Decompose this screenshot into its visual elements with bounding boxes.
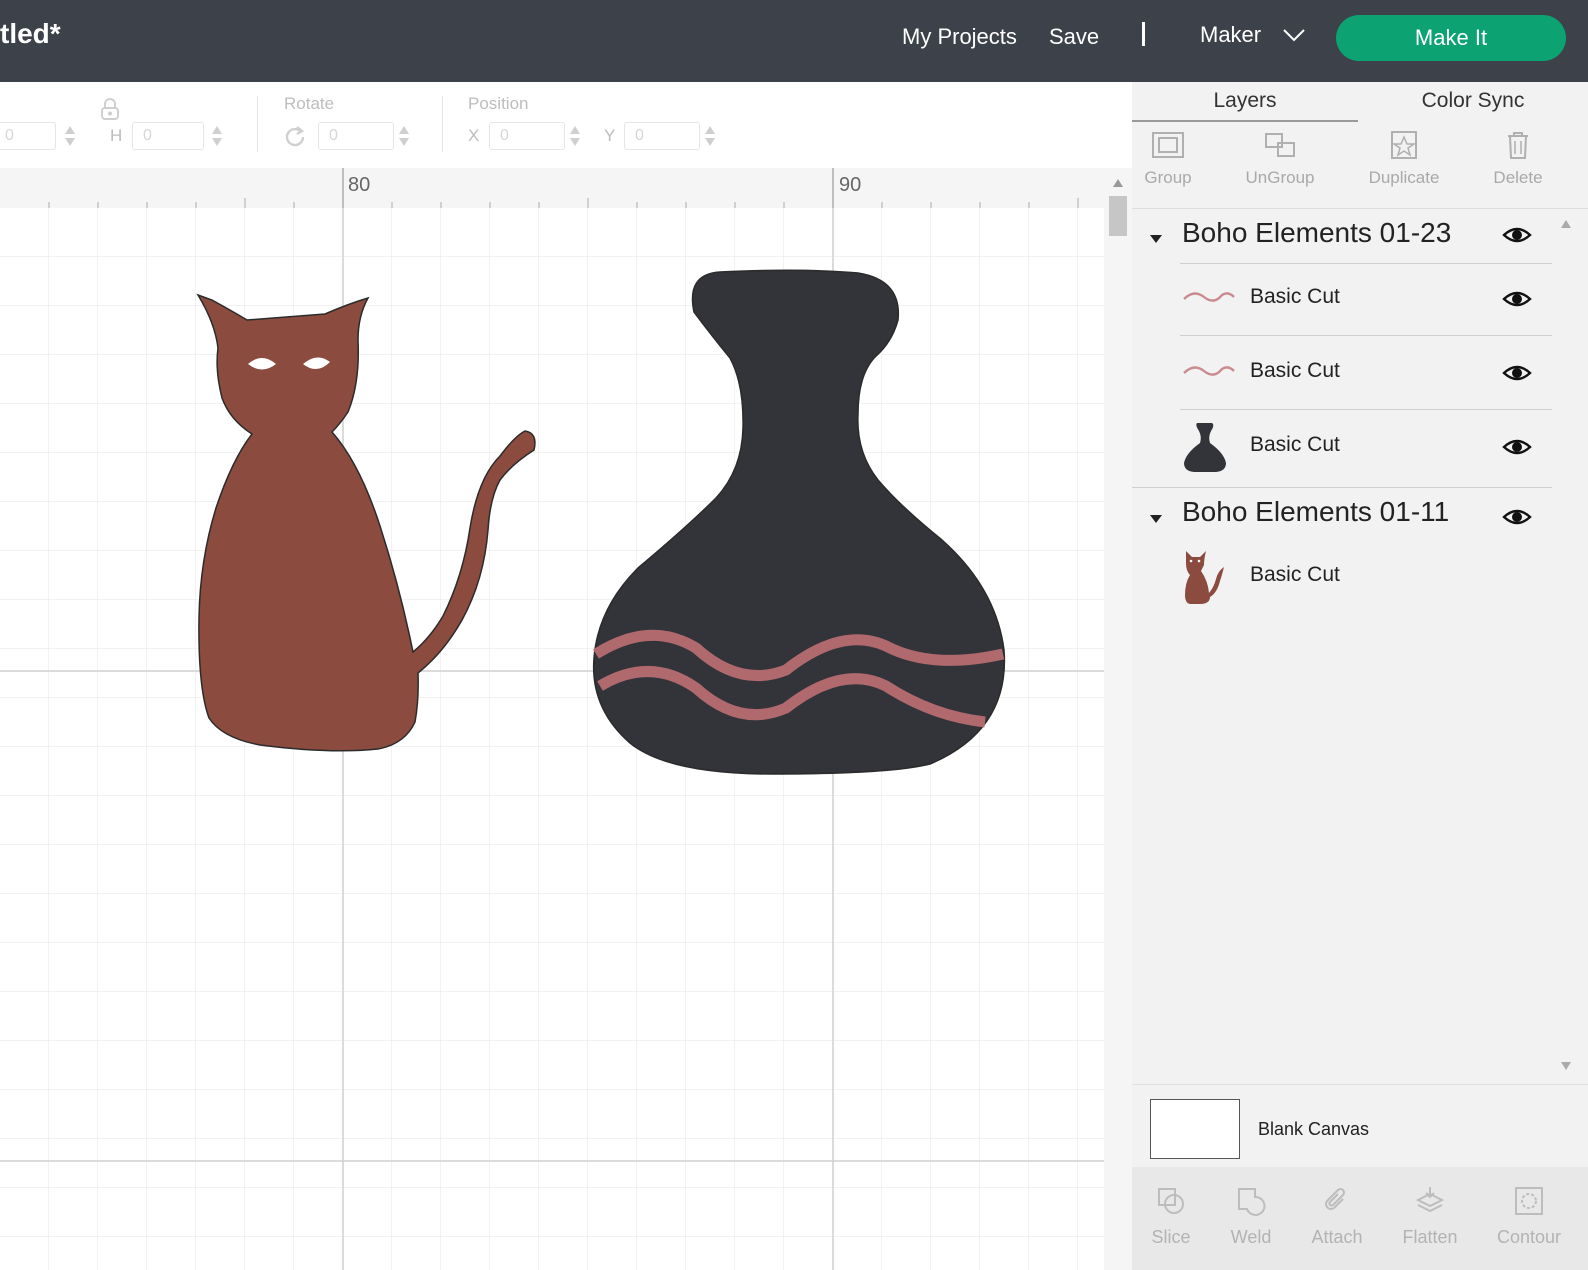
blank-canvas-swatch[interactable]	[1150, 1099, 1240, 1159]
group-tool[interactable]: Group	[1118, 130, 1218, 188]
eye-icon[interactable]	[1502, 225, 1532, 245]
lock-icon[interactable]	[100, 98, 120, 120]
rotate-stepper-icon[interactable]	[398, 124, 410, 148]
ruler-mark-90: 90	[839, 174, 862, 196]
group-label: Group	[1144, 168, 1192, 187]
x-position-input[interactable]: 0	[489, 122, 565, 150]
wave-thumbnail	[1183, 292, 1235, 302]
canvas-color-row: Blank Canvas	[1132, 1084, 1588, 1167]
contour-tool[interactable]: Contour	[1484, 1185, 1574, 1248]
scroll-thumb[interactable]	[1109, 196, 1127, 236]
slice-label: Slice	[1151, 1227, 1191, 1247]
trash-icon	[1508, 132, 1528, 159]
row-divider	[1180, 335, 1552, 336]
top-bar: tled* My Projects Save Maker Make It	[0, 0, 1588, 82]
wave-thumbnail	[1183, 366, 1235, 376]
ruler-mark-80: 80	[348, 174, 371, 196]
eye-icon[interactable]	[1502, 437, 1532, 457]
layers-list: Boho Elements 01-23 Basic Cut Basic Cut …	[1132, 208, 1588, 1164]
layers-panel: Layers Color Sync Group UnGroup Duplicat…	[1132, 82, 1588, 1270]
attach-label: Attach	[1311, 1227, 1363, 1247]
paperclip-icon	[1325, 1187, 1346, 1210]
scroll-up-icon[interactable]	[1560, 219, 1572, 229]
toolbar-divider	[442, 96, 443, 152]
row-divider	[1180, 263, 1552, 264]
flatten-icon	[1415, 1187, 1445, 1213]
project-title: tled*	[0, 18, 61, 49]
width-input[interactable]: 0	[0, 122, 56, 150]
cat-body	[196, 293, 536, 752]
row-divider	[1180, 409, 1552, 410]
eye-icon[interactable]	[1502, 363, 1532, 383]
chevron-down-icon	[1283, 29, 1305, 42]
machine-selector[interactable]: Maker	[1200, 22, 1305, 48]
weld-tool[interactable]: Weld	[1206, 1185, 1296, 1248]
vase-thumbnail	[1184, 423, 1226, 472]
bottom-toolbar: Slice Weld Attach Flatten Contour	[1132, 1167, 1588, 1270]
height-input[interactable]: 0	[132, 122, 204, 150]
flatten-label: Flatten	[1402, 1227, 1458, 1247]
slice-tool[interactable]: Slice	[1126, 1185, 1216, 1248]
slice-icon	[1158, 1188, 1184, 1214]
save-link[interactable]: Save	[1049, 24, 1099, 50]
ungroup-icon	[1265, 133, 1295, 157]
position-label: Position	[468, 94, 529, 113]
cat-shape[interactable]	[196, 293, 536, 752]
ungroup-label: UnGroup	[1245, 168, 1315, 187]
eye-icon[interactable]	[1502, 507, 1532, 527]
contour-label: Contour	[1496, 1227, 1562, 1247]
layer-name[interactable]: Basic Cut	[1250, 359, 1340, 383]
scroll-down-icon[interactable]	[1560, 1061, 1572, 1071]
y-label: Y	[604, 126, 616, 145]
layer-name[interactable]: Basic Cut	[1250, 563, 1340, 587]
contour-icon	[1515, 1187, 1543, 1215]
tab-color-sync[interactable]: Color Sync	[1358, 82, 1588, 120]
layer-name[interactable]: Basic Cut	[1250, 285, 1340, 309]
layer-name[interactable]: Basic Cut	[1250, 433, 1340, 457]
delete-label: Delete	[1493, 168, 1543, 187]
cat-thumbnail	[1185, 551, 1224, 604]
ungroup-tool[interactable]: UnGroup	[1230, 130, 1330, 188]
weld-icon	[1238, 1188, 1266, 1216]
eye-icon[interactable]	[1502, 289, 1532, 309]
width-stepper-icon[interactable]	[64, 124, 76, 148]
rotate-label: Rotate	[284, 94, 335, 113]
duplicate-icon	[1391, 131, 1417, 159]
delete-tool[interactable]: Delete	[1468, 130, 1568, 188]
flatten-tool[interactable]: Flatten	[1385, 1185, 1475, 1248]
ruler-ticks	[48, 168, 1079, 208]
layer-group-title[interactable]: Boho Elements 01-23	[1182, 217, 1451, 249]
tab-layers[interactable]: Layers	[1132, 82, 1358, 122]
layer-group-title[interactable]: Boho Elements 01-11	[1182, 496, 1449, 528]
y-position-input[interactable]: 0	[624, 122, 700, 150]
rotate-input[interactable]: 0	[318, 122, 394, 150]
collapse-caret-icon[interactable]	[1150, 515, 1162, 523]
machine-label: Maker	[1200, 22, 1262, 47]
artwork	[196, 269, 1006, 775]
attach-tool[interactable]: Attach	[1292, 1185, 1382, 1248]
toolbar-divider	[257, 96, 258, 152]
blank-canvas-label: Blank Canvas	[1258, 1119, 1370, 1139]
row-divider	[1132, 487, 1552, 488]
rotate-icon	[285, 126, 305, 147]
edit-toolbar: 0 H 0 Rotate 0 Position X 0 Y 0	[0, 82, 1132, 169]
vase-shape[interactable]	[592, 269, 1006, 775]
duplicate-tool[interactable]: Duplicate	[1354, 130, 1454, 188]
height-label: H	[110, 126, 123, 145]
group-icon	[1152, 132, 1184, 158]
collapse-caret-icon[interactable]	[1150, 235, 1162, 243]
x-label: X	[468, 126, 480, 145]
weld-label: Weld	[1230, 1227, 1272, 1247]
x-stepper-icon[interactable]	[569, 124, 581, 148]
canvas-scrollbar[interactable]	[1104, 168, 1132, 1270]
duplicate-label: Duplicate	[1368, 168, 1440, 187]
design-canvas[interactable]	[0, 208, 1104, 1270]
horizontal-ruler: 80 90	[0, 168, 1104, 209]
header-separator	[1142, 22, 1145, 46]
height-stepper-icon[interactable]	[211, 124, 223, 148]
my-projects-link[interactable]: My Projects	[902, 24, 1017, 50]
make-it-button[interactable]: Make It	[1336, 15, 1566, 61]
y-stepper-icon[interactable]	[704, 124, 716, 148]
